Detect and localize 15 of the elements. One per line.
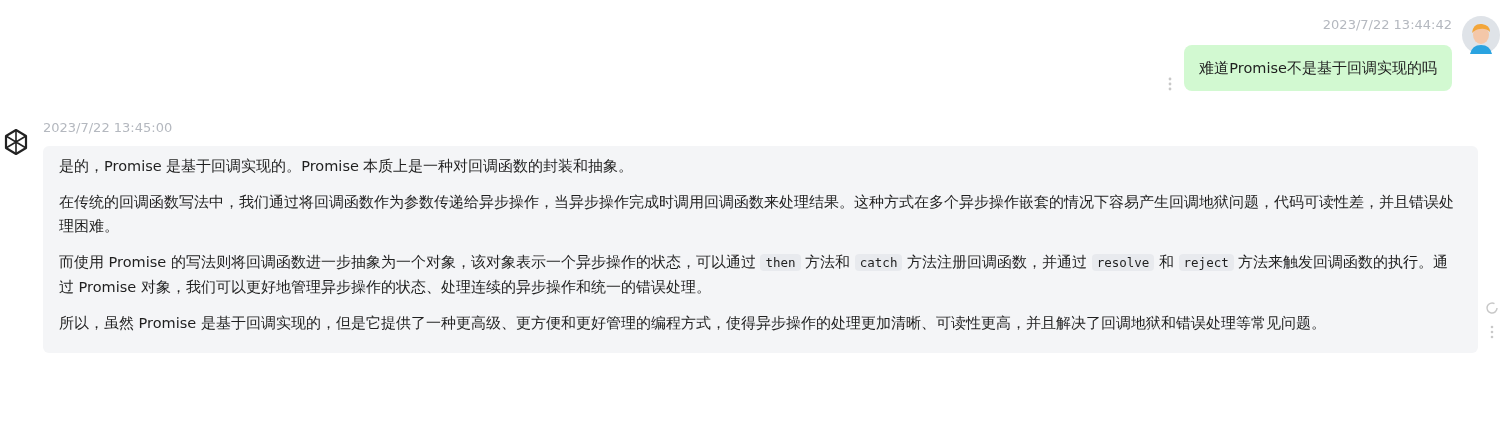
inline-code: catch [854, 254, 903, 271]
more-icon[interactable] [1168, 77, 1173, 91]
message-paragraph: 是的，Promise 是基于回调实现的。Promise 本质上是一种对回调函数的封装和抽象。 [59, 157, 635, 176]
inline-code: resolve [1091, 254, 1155, 271]
message-paragraph: 所以，虽然 Promise 是基于回调实现的，但是它提供了一种更高级、更方便和更好管理的编程方式，使得异步操作的处理更加清晰、可读性更高，并且解决了回调地狱和错误处理等常见问题。 [59, 314, 1327, 333]
refresh-icon[interactable] [1485, 301, 1499, 315]
user-message: 难道Promise不是基于回调实现的吗 [1184, 45, 1452, 91]
message-paragraph: 而使用 Promise 的写法则将回调函数进一步抽象为一个对象，该对象表示一个异步操作的状态，可以通过 then 方法和 catch 方法注册回调函数，并通过 resolve 和 reject 方法来触发回调函数的执行。通过 Promise 对象，我们可以更好地管理异步操作的状态、处理连续的异步操作和统一的错误处理。 [59, 253, 1450, 297]
inline-code: reject [1178, 254, 1234, 271]
inline-code: then [760, 254, 801, 271]
message-time: 2023/7/22 13:45:00 [43, 119, 174, 137]
message-paragraph: 在传统的回调函数写法中，我们通过将回调函数作为参数传递给异步操作，当异步操作完成时调用回调函数来处理结果。这种方式在多个异步操作嵌套的情况下容易产生回调地狱问题，代码可读性差，并且错误处理困难。 [59, 193, 1455, 236]
message-time: 2023/7/22 13:44:42 [1322, 16, 1452, 34]
avatar-icon [1462, 16, 1500, 54]
more-icon[interactable] [1490, 325, 1494, 339]
